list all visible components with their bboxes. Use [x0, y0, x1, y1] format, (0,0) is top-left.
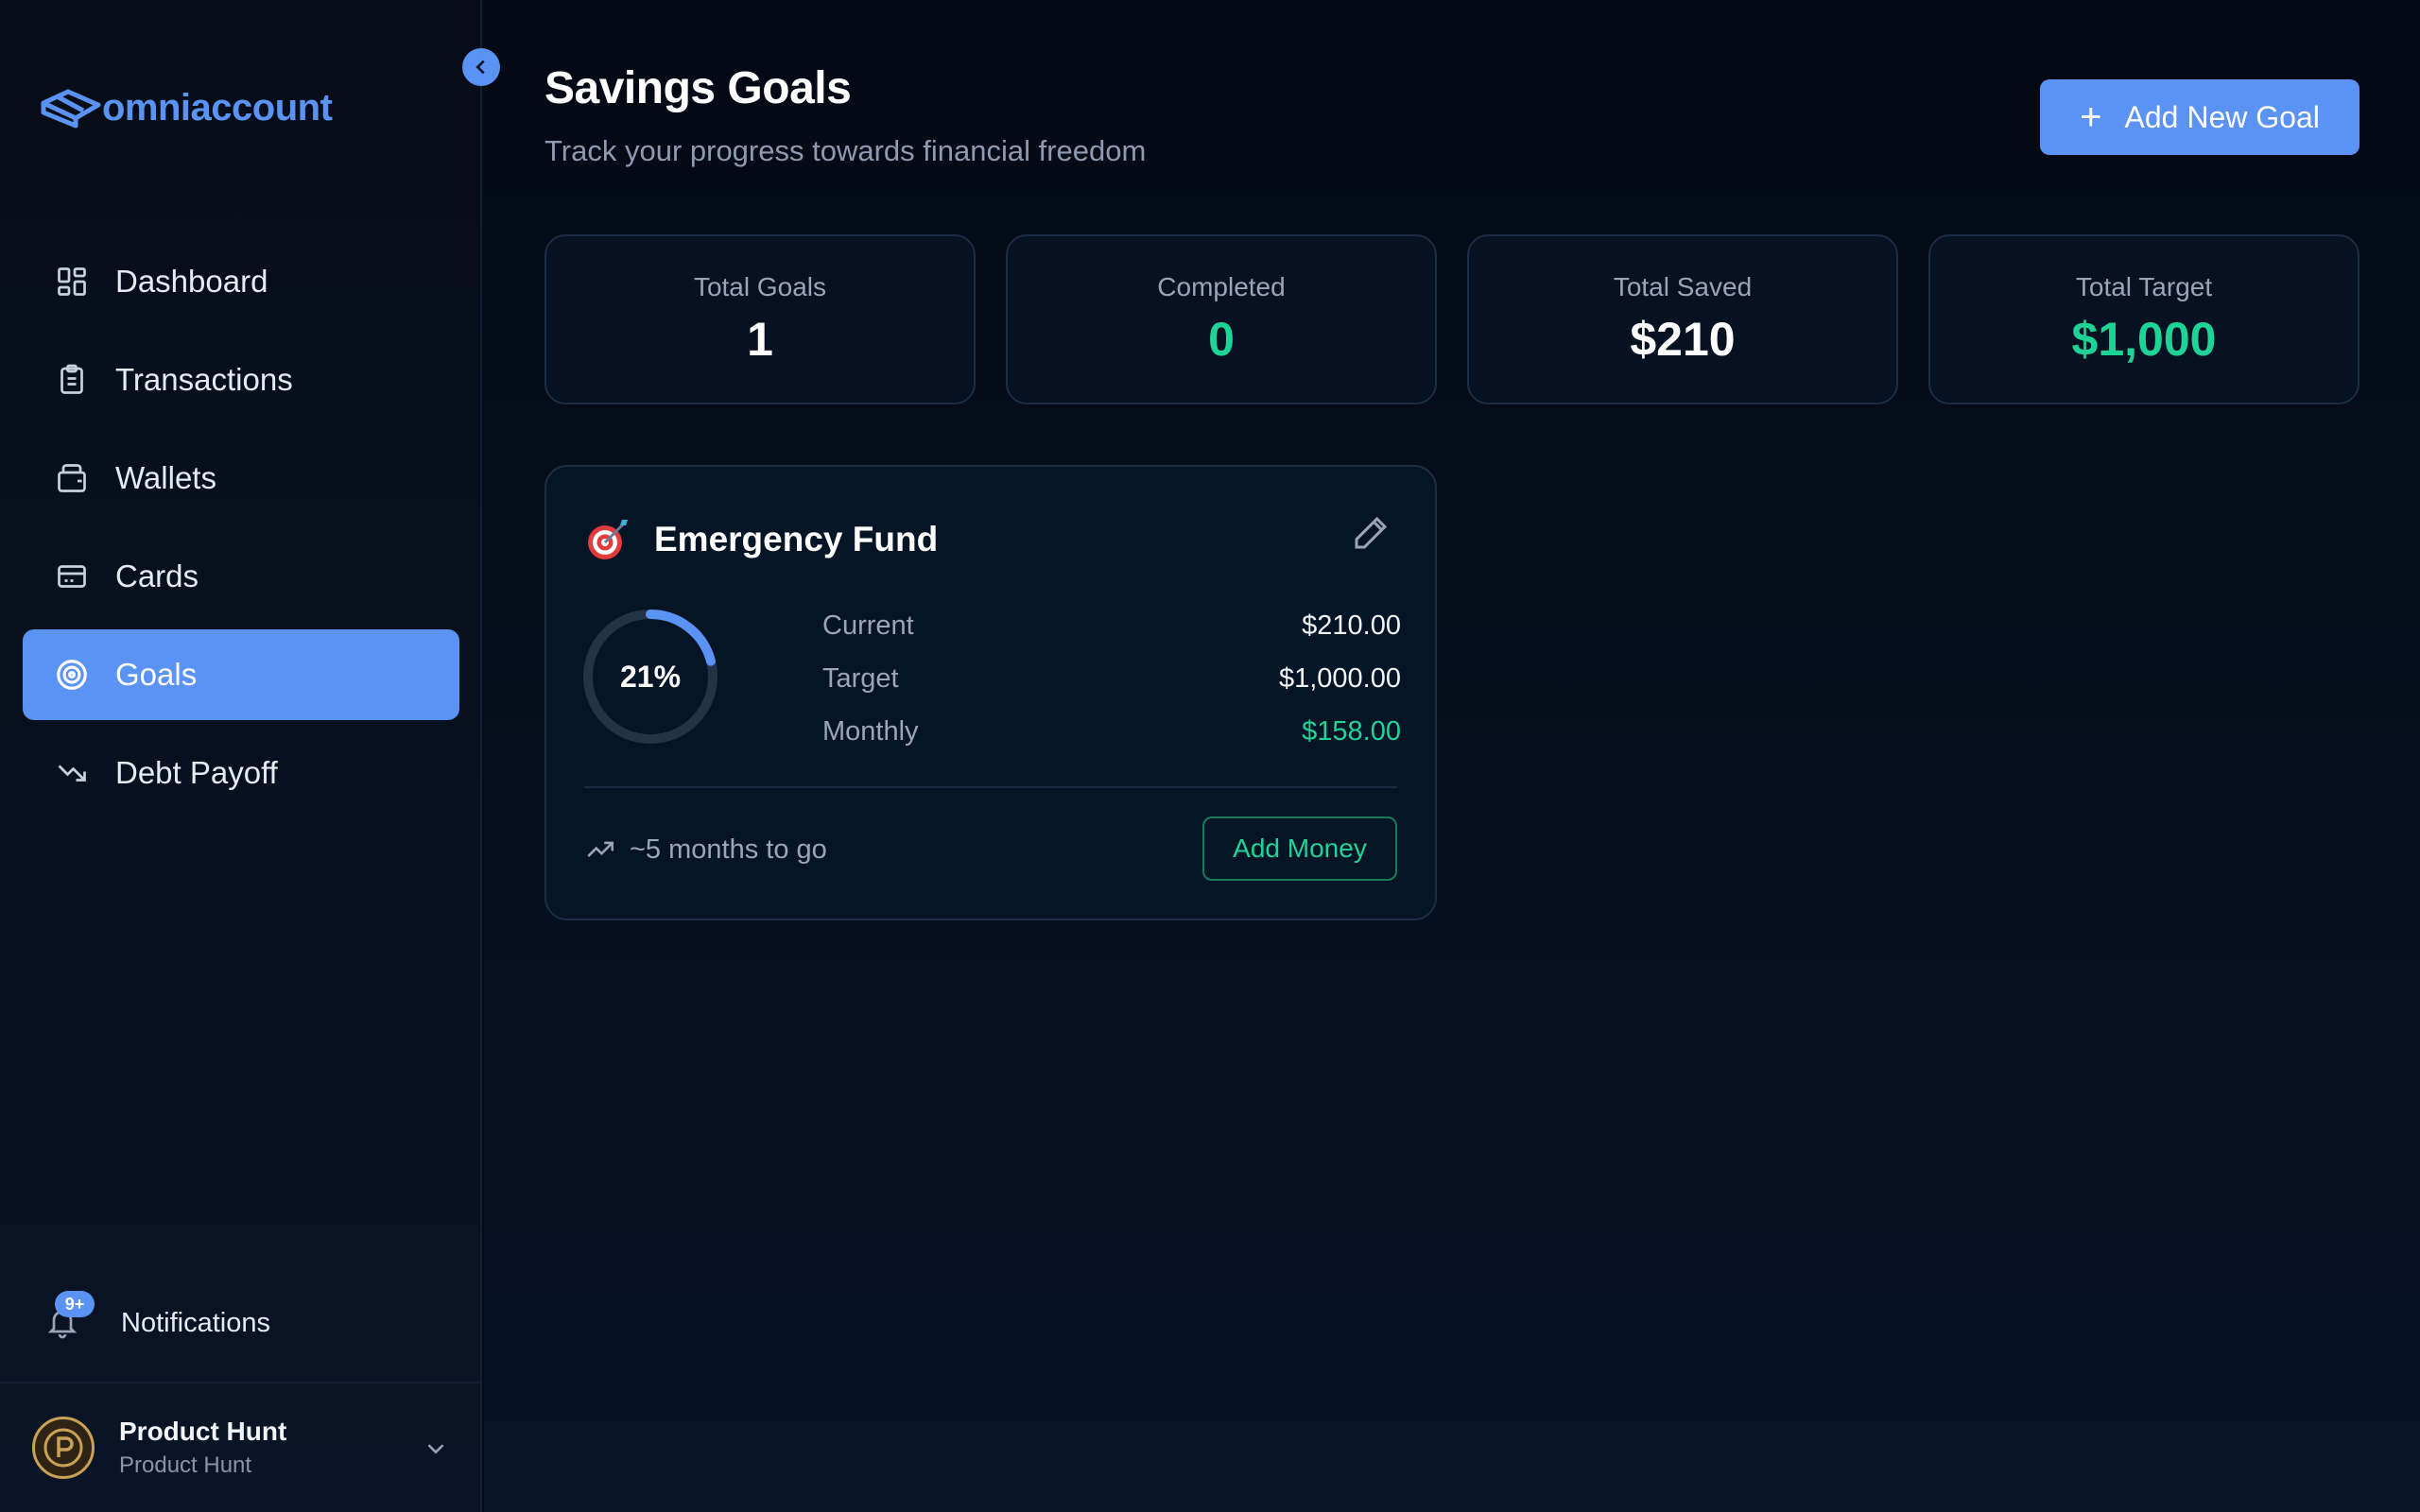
goal-row-target: Target $1,000.00 [822, 652, 1401, 705]
sidebar-item-wallets[interactable]: Wallets [23, 433, 459, 524]
grid-icon [53, 263, 91, 301]
sidebar-item-label: Dashboard [115, 264, 268, 299]
stat-total-saved: Total Saved $210 [1467, 234, 1898, 404]
goal-eta: ~5 months to go [630, 833, 827, 865]
stats-row: Total Goals 1 Completed 0 Total Saved $2… [544, 234, 2360, 404]
card-icon [53, 558, 91, 595]
target-icon [53, 656, 91, 694]
goal-row-value: $158.00 [1302, 715, 1401, 747]
stat-completed: Completed 0 [1006, 234, 1437, 404]
goal-name: Emergency Fund [654, 520, 939, 558]
notification-badge: 9+ [55, 1291, 95, 1317]
stat-value: 0 [1208, 313, 1235, 366]
sidebar-item-label: Cards [115, 558, 199, 593]
add-money-button[interactable]: Add Money [1202, 816, 1397, 881]
goal-row-current: Current $210.00 [822, 599, 1401, 652]
notifications-link[interactable]: 9+ Notifications [45, 1291, 270, 1351]
goal-row-label: Current [822, 610, 914, 641]
goal-details: Current $210.00 Target $1,000.00 Monthly… [822, 599, 1401, 758]
app-root: omniaccount Dashboard Transactions Walle… [0, 0, 2420, 1512]
trending-up-icon [587, 841, 614, 857]
avatar [32, 1417, 95, 1479]
wallet-icon [53, 459, 91, 497]
brand-name: omniaccount [102, 86, 333, 129]
add-new-goal-label: Add New Goal [2124, 99, 2320, 134]
sidebar-item-dashboard[interactable]: Dashboard [23, 236, 459, 327]
product-hunt-logo-icon [43, 1428, 83, 1468]
user-subtitle: Product Hunt [119, 1452, 252, 1478]
page-title: Savings Goals [544, 63, 852, 113]
goal-card: Emergency Fund 21% Current $210.00 Targe… [544, 465, 1437, 920]
edit-pencil-icon[interactable] [1352, 514, 1390, 552]
plus-icon: + [2080, 96, 2102, 138]
stat-value: $210 [1630, 313, 1736, 366]
user-menu[interactable]: Product Hunt Product Hunt [0, 1382, 482, 1512]
stat-label: Total Target [2075, 272, 2213, 301]
stat-total-target: Total Target $1,000 [1928, 234, 2360, 404]
stat-label: Completed [1157, 272, 1286, 301]
notifications-label: Notifications [121, 1307, 270, 1338]
sidebar-item-label: Wallets [115, 460, 216, 495]
stat-value: 1 [747, 313, 773, 366]
goal-row-value: $210.00 [1302, 610, 1401, 641]
goal-percent: 21% [619, 659, 682, 694]
stat-label: Total Saved [1613, 272, 1753, 301]
sidebar-item-label: Goals [115, 657, 198, 692]
stat-total-goals: Total Goals 1 [544, 234, 976, 404]
main-content: Savings Goals Track your progress toward… [484, 0, 2420, 1512]
goal-row-label: Target [822, 662, 899, 694]
trending-down-icon [53, 754, 91, 792]
sidebar-item-debt-payoff[interactable]: Debt Payoff [23, 728, 459, 818]
bell-icon: 9+ [45, 1291, 95, 1342]
sidebar-item-cards[interactable]: Cards [23, 531, 459, 622]
stat-value: $1,000 [2071, 313, 2217, 366]
goal-footer: ~5 months to go [584, 833, 827, 866]
goal-row-value: $1,000.00 [1278, 662, 1401, 694]
logo[interactable]: omniaccount [40, 81, 333, 134]
chevron-left-icon [475, 60, 485, 75]
add-new-goal-button[interactable]: + Add New Goal [2040, 79, 2360, 155]
goal-row-label: Monthly [822, 715, 919, 747]
sidebar-nav: Dashboard Transactions Wallets Cards Goa… [23, 236, 459, 826]
goal-row-monthly: Monthly $158.00 [822, 705, 1401, 758]
sidebar-item-goals[interactable]: Goals [23, 629, 459, 720]
page-subtitle: Track your progress towards financial fr… [544, 134, 1147, 167]
logo-icon [41, 89, 101, 129]
divider [584, 786, 1397, 788]
sidebar-item-transactions[interactable]: Transactions [23, 335, 459, 425]
clipboard-icon [53, 361, 91, 399]
stat-label: Total Goals [693, 272, 827, 301]
sidebar: omniaccount Dashboard Transactions Walle… [0, 0, 482, 1512]
chevron-down-icon [427, 1444, 444, 1454]
user-name: Product Hunt [119, 1417, 287, 1446]
sidebar-item-label: Transactions [115, 362, 293, 397]
goal-header: Emergency Fund [584, 516, 938, 563]
sidebar-collapse-button[interactable] [462, 48, 500, 86]
sidebar-item-label: Debt Payoff [115, 755, 278, 790]
dart-target-icon [588, 520, 628, 559]
